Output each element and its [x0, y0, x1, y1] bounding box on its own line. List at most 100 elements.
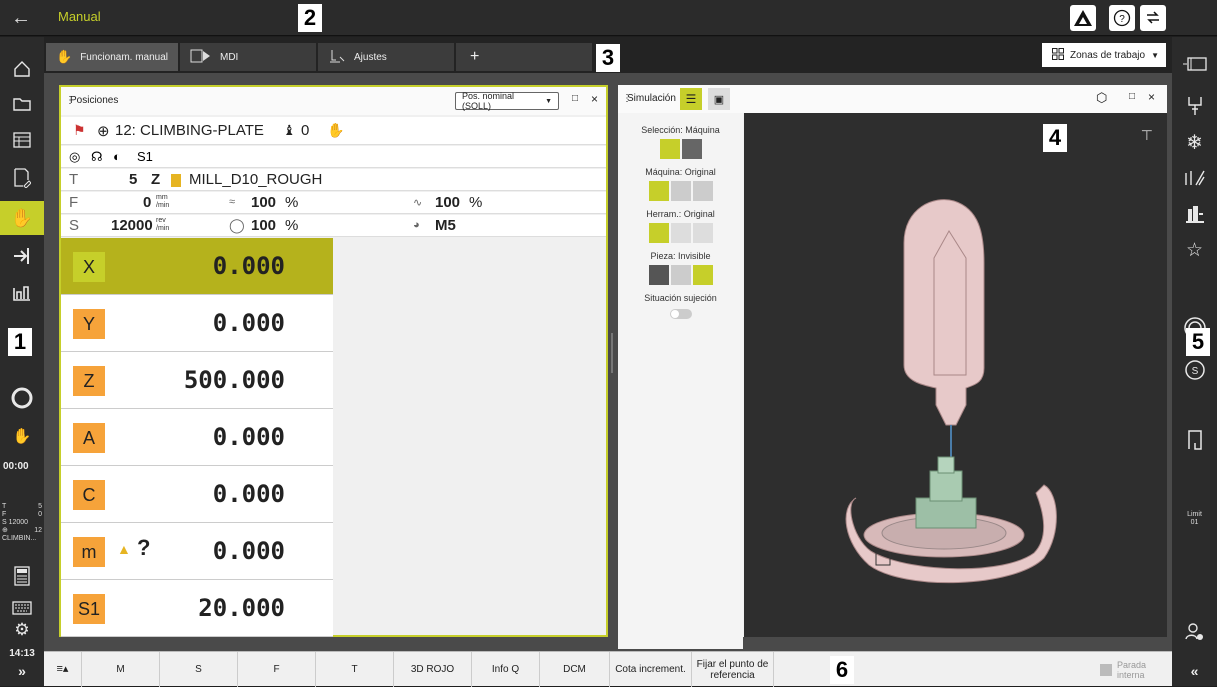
- folder-icon[interactable]: [0, 89, 44, 119]
- softkey-f[interactable]: F: [238, 652, 316, 687]
- tab-mdi[interactable]: MDI: [180, 43, 316, 71]
- softkey-incremental[interactable]: Cota increment.: [610, 652, 692, 687]
- tool-invisible-icon[interactable]: [692, 223, 713, 243]
- workpiece-label: Pieza: Invisible: [650, 251, 711, 261]
- tool-original-icon[interactable]: [648, 223, 669, 243]
- axis-row-c[interactable]: C 0.000: [61, 466, 333, 523]
- back-arrow-icon[interactable]: ←: [8, 6, 34, 30]
- m-function-icon: ◕: [413, 219, 420, 231]
- program-edit-icon[interactable]: [0, 163, 44, 193]
- axis-value: 0.000: [212, 252, 285, 280]
- axis-label: S1: [73, 594, 105, 624]
- svg-text:?: ?: [1119, 14, 1125, 25]
- machine-select-icon[interactable]: [659, 139, 680, 159]
- maximize-icon[interactable]: □: [1129, 91, 1135, 102]
- limit-status: Limit 01: [1187, 511, 1202, 526]
- favorites-star-icon[interactable]: ☆: [1172, 235, 1217, 265]
- callout-2: 2: [298, 4, 322, 32]
- machine-wireframe-icon[interactable]: [692, 181, 713, 201]
- speed-unit: rev/min: [156, 217, 170, 232]
- machine-label: Máquina: Original: [645, 167, 716, 177]
- view-cube-icon[interactable]: ⬡: [1096, 90, 1107, 106]
- rapid-override-icon[interactable]: [1172, 425, 1217, 455]
- selection-label: Selección: Máquina: [641, 125, 720, 135]
- calculator-icon[interactable]: [0, 561, 44, 591]
- softkey-m[interactable]: M: [82, 652, 160, 687]
- manual-mode-icon[interactable]: ✋: [0, 201, 44, 235]
- add-tab-button[interactable]: +: [456, 43, 592, 71]
- tool-icon[interactable]: [1172, 91, 1217, 121]
- axis-label: C: [73, 480, 105, 510]
- work-area: ⋮ Posiciones Pos. nominal (SOLL) ▼ □ × ⚑…: [44, 73, 1172, 651]
- setup-icon[interactable]: [0, 277, 44, 307]
- close-icon[interactable]: ×: [591, 92, 598, 106]
- help-icon[interactable]: ?: [1109, 5, 1135, 31]
- workpiece-solid-icon[interactable]: [648, 265, 669, 285]
- spindle-override-icon[interactable]: S: [1172, 355, 1217, 385]
- selection-buttons: [618, 139, 743, 159]
- settings-gear-icon[interactable]: ⚙: [0, 615, 44, 645]
- tab-settings[interactable]: Ajustes: [318, 43, 454, 71]
- machine-model: [845, 199, 1057, 584]
- machine-buttons: [618, 181, 743, 201]
- machine-icon[interactable]: [1172, 199, 1217, 229]
- axis-row-z[interactable]: Z 500.000: [61, 352, 333, 409]
- axis-row-a[interactable]: A 0.000: [61, 409, 333, 466]
- expand-arrows-icon[interactable]: »: [0, 663, 44, 679]
- positions-panel-header: ⋮ Posiciones Pos. nominal (SOLL) ▼ □ ×: [61, 87, 606, 115]
- datum-icon: ⊕: [2, 527, 8, 534]
- list-view-icon[interactable]: ☰: [680, 88, 702, 110]
- cycle-status-icon[interactable]: [0, 383, 44, 413]
- grid-icon: [1052, 47, 1064, 63]
- tab-manual-operation[interactable]: ✋ Funcionam. manual: [46, 43, 178, 71]
- softkey-dcm[interactable]: DCM: [540, 652, 610, 687]
- softkey-set-datum[interactable]: Fijar el punto de referencia: [692, 652, 774, 687]
- softkey-s[interactable]: S: [160, 652, 238, 687]
- table-icon[interactable]: [0, 125, 44, 155]
- axis-label: m: [73, 537, 105, 567]
- maximize-icon[interactable]: □: [572, 93, 578, 104]
- panel-toggle-icon[interactable]: [1172, 49, 1217, 79]
- workpiece-invisible-icon[interactable]: [692, 265, 713, 285]
- page-title: Manual: [58, 9, 101, 24]
- right-sidebar: ❄ ☆ S Limit 01 «: [1172, 37, 1217, 686]
- position-mode-select[interactable]: Pos. nominal (SOLL) ▼: [455, 91, 559, 111]
- feed-override-icon: ≈: [229, 196, 236, 208]
- softkey-info-q[interactable]: Info Q: [472, 652, 540, 687]
- tool-semitransparent-icon[interactable]: [670, 223, 691, 243]
- simulation-viewport[interactable]: ⊤: [744, 113, 1167, 637]
- workspaces-menu[interactable]: Zonas de trabajo ▼: [1042, 43, 1166, 67]
- coolant-icon[interactable]: ❄: [1172, 127, 1217, 157]
- collapse-arrows-icon[interactable]: «: [1172, 663, 1217, 679]
- softkey-t[interactable]: T: [316, 652, 394, 687]
- transfer-icon[interactable]: [1140, 5, 1166, 31]
- machine-original-icon[interactable]: [648, 181, 669, 201]
- softkey-3d-rojo[interactable]: 3D ROJO: [394, 652, 472, 687]
- workpiece-select-icon[interactable]: [681, 139, 702, 159]
- machine-semitransparent-icon[interactable]: [670, 181, 691, 201]
- hand-icon: ✋: [56, 49, 73, 64]
- axes-icon[interactable]: [1172, 163, 1217, 193]
- axis-row-s1[interactable]: S1 20.000: [61, 580, 333, 637]
- clamp-toggle[interactable]: [669, 309, 692, 319]
- home-icon[interactable]: [0, 54, 44, 84]
- toolbox-icon[interactable]: ▣: [708, 88, 730, 110]
- panel-splitter[interactable]: [611, 333, 613, 373]
- internal-stop[interactable]: Parada interna: [1100, 658, 1170, 682]
- pallet-icon: ♝: [283, 122, 296, 138]
- heidenhain-logo-icon[interactable]: [1070, 5, 1096, 31]
- manual-hand-icon: ✋: [12, 428, 32, 445]
- program-run-icon[interactable]: [0, 241, 44, 271]
- axis-row-y[interactable]: Y 0.000: [61, 295, 333, 352]
- softkey-menu-icon[interactable]: ≡▴: [44, 652, 82, 687]
- spindle-status-row: ◎ ☊ ◐ S1: [61, 146, 606, 168]
- axis-row-x[interactable]: X 0.000: [61, 238, 333, 295]
- close-icon[interactable]: ×: [1148, 90, 1155, 104]
- axis-row-m[interactable]: m ▲ ? 0.000: [61, 523, 333, 580]
- user-login-icon[interactable]: [1172, 617, 1217, 647]
- workpiece-buttons: [618, 265, 743, 285]
- softkey-bar: ≡▴ M S F T 3D ROJO Info Q DCM Cota incre…: [44, 651, 1172, 687]
- hand-icon: ✋: [327, 122, 345, 138]
- workpiece-transparent-icon[interactable]: [670, 265, 691, 285]
- clamp-label: Situación sujeción: [644, 293, 717, 303]
